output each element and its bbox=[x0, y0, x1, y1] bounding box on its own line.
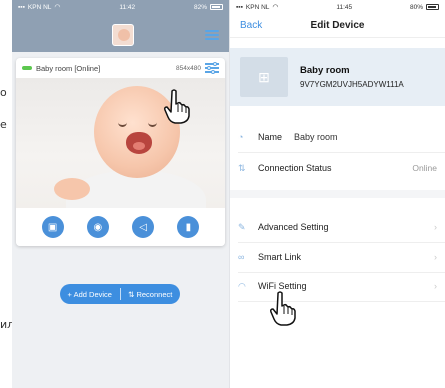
camera-video-feed[interactable] bbox=[16, 78, 225, 208]
pointer-hand-icon bbox=[164, 89, 190, 124]
reconnect-icon: ⇅ bbox=[128, 289, 135, 299]
device-action-bar: + Add Device ⇅ Reconnect bbox=[60, 284, 180, 304]
right-phone-screen: ▪▪▪ KPN NL ◠ 11:45 80% Back Edit Device ⊞ … bbox=[230, 0, 445, 388]
add-device-button[interactable]: + Add Device bbox=[60, 284, 120, 304]
left-phone-screen: ▪▪▪ KPN NL ◠ 11:42 82% Baby room [Online] … bbox=[12, 0, 230, 388]
reconnect-button[interactable]: ⇅ Reconnect bbox=[121, 284, 181, 304]
connection-status-value: Online bbox=[412, 163, 437, 173]
wifi-setting-row[interactable]: ◠ WiFi Setting › bbox=[230, 271, 445, 301]
battery-percent: 82% bbox=[193, 3, 207, 11]
nav-bar: Back Edit Device bbox=[230, 14, 445, 38]
name-value: Baby room bbox=[294, 132, 338, 142]
clock: 11:42 bbox=[119, 3, 136, 11]
chevron-right-icon: › bbox=[434, 252, 437, 262]
menu-icon[interactable] bbox=[205, 30, 219, 40]
device-thumbnail: ⊞ bbox=[240, 57, 288, 97]
battery-icon bbox=[209, 4, 223, 10]
image-icon[interactable]: ▣ bbox=[41, 216, 64, 238]
device-id: 9V7YGM2UVJH5ADYW111A bbox=[300, 80, 404, 89]
camera-icon[interactable]: ◉ bbox=[86, 216, 109, 238]
status-bar: ▪▪▪ KPN NL ◠ 11:42 82% bbox=[12, 0, 229, 14]
resolution-label: 854x480 bbox=[176, 64, 201, 72]
smart-link-row[interactable]: ∞ Smart Link › bbox=[230, 242, 445, 272]
margin-text-fragment: o bbox=[0, 86, 7, 99]
back-button[interactable]: Back bbox=[240, 20, 262, 31]
advanced-setting-row[interactable]: ✎ Advanced Setting › bbox=[230, 212, 445, 242]
device-summary: ⊞ Baby room 9V7YGM2UVJH5ADYW111A bbox=[230, 48, 445, 106]
chevron-right-icon: › bbox=[434, 281, 437, 291]
camera-controls: ▣ ◉ ◁ ▮ bbox=[16, 208, 225, 246]
connection-status-row: ⇅ Connection Status Online bbox=[238, 162, 437, 174]
pointer-hand-icon bbox=[270, 291, 296, 326]
online-status-indicator bbox=[22, 66, 32, 70]
name-row[interactable]: ◔ Name Baby room bbox=[230, 122, 445, 152]
margin-text-fragment: e bbox=[0, 118, 7, 131]
wifi-icon: ◠ bbox=[238, 280, 246, 291]
chevron-right-icon: › bbox=[434, 222, 437, 232]
name-icon: ◔ bbox=[238, 132, 244, 142]
signal-icon: ▪▪▪ bbox=[18, 3, 25, 11]
app-header bbox=[12, 14, 229, 52]
avatar[interactable] bbox=[112, 24, 134, 46]
wrench-icon: ✎ bbox=[238, 221, 246, 232]
status-bar: ▪▪▪ KPN NL ◠ 11:45 80% bbox=[230, 0, 445, 14]
wifi-icon: ◠ bbox=[272, 4, 279, 11]
wifi-icon: ◠ bbox=[54, 4, 61, 11]
carrier-label: KPN NL bbox=[245, 3, 270, 11]
carrier-label: KPN NL bbox=[27, 3, 52, 11]
sort-arrows-icon: ⇅ bbox=[238, 162, 246, 173]
signal-icon: ▪▪▪ bbox=[236, 3, 243, 11]
clock: 11:45 bbox=[336, 3, 353, 11]
battery-icon bbox=[425, 4, 439, 10]
mic-icon[interactable]: ▮ bbox=[177, 216, 200, 238]
screenshot-root: o e ил ▪▪▪ KPN NL ◠ 11:42 82% Baby room [O… bbox=[0, 0, 445, 388]
speaker-icon[interactable]: ◁ bbox=[132, 216, 155, 238]
camera-card-header: Baby room [Online] 854x480 bbox=[16, 58, 225, 78]
page-title: Edit Device bbox=[310, 20, 365, 31]
sliders-icon[interactable] bbox=[205, 62, 219, 74]
camera-name: Baby room [Online] bbox=[36, 63, 101, 73]
camera-card[interactable]: Baby room [Online] 854x480 ▣ ◉ ◁ ▮ bbox=[16, 58, 225, 246]
link-icon: ∞ bbox=[238, 252, 245, 262]
device-name: Baby room bbox=[300, 65, 350, 76]
battery-percent: 80% bbox=[409, 3, 423, 11]
